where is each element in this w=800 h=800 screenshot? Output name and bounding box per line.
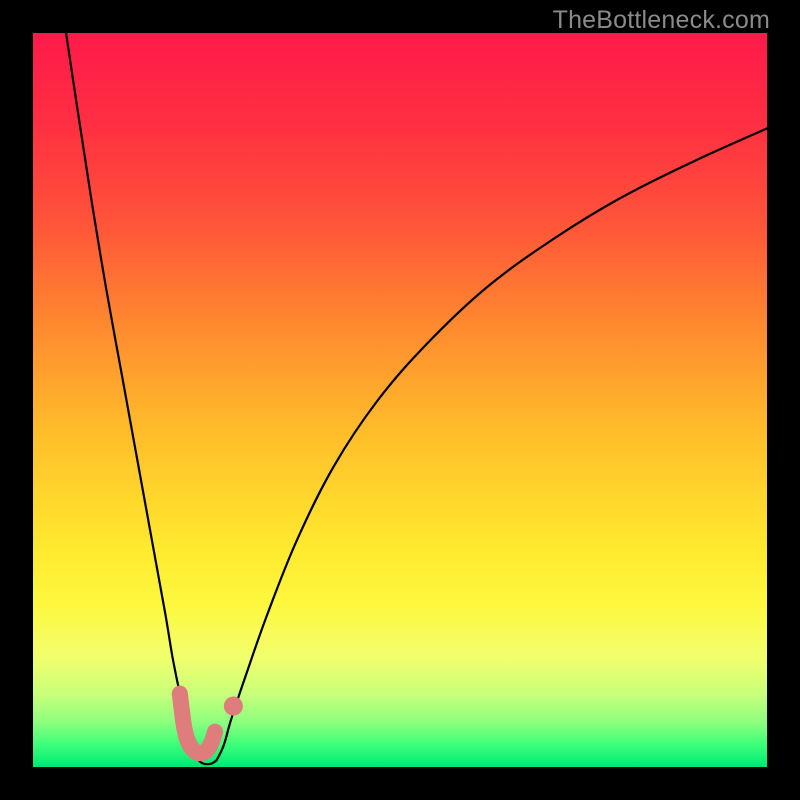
u-marker	[180, 694, 215, 754]
watermark-text: TheBottleneck.com	[553, 6, 770, 35]
dot-marker	[224, 697, 243, 716]
plot-area	[33, 33, 767, 767]
curves-layer	[33, 33, 767, 767]
left-curve	[66, 33, 199, 760]
right-curve	[217, 128, 768, 760]
chart-frame: TheBottleneck.com	[0, 0, 800, 800]
